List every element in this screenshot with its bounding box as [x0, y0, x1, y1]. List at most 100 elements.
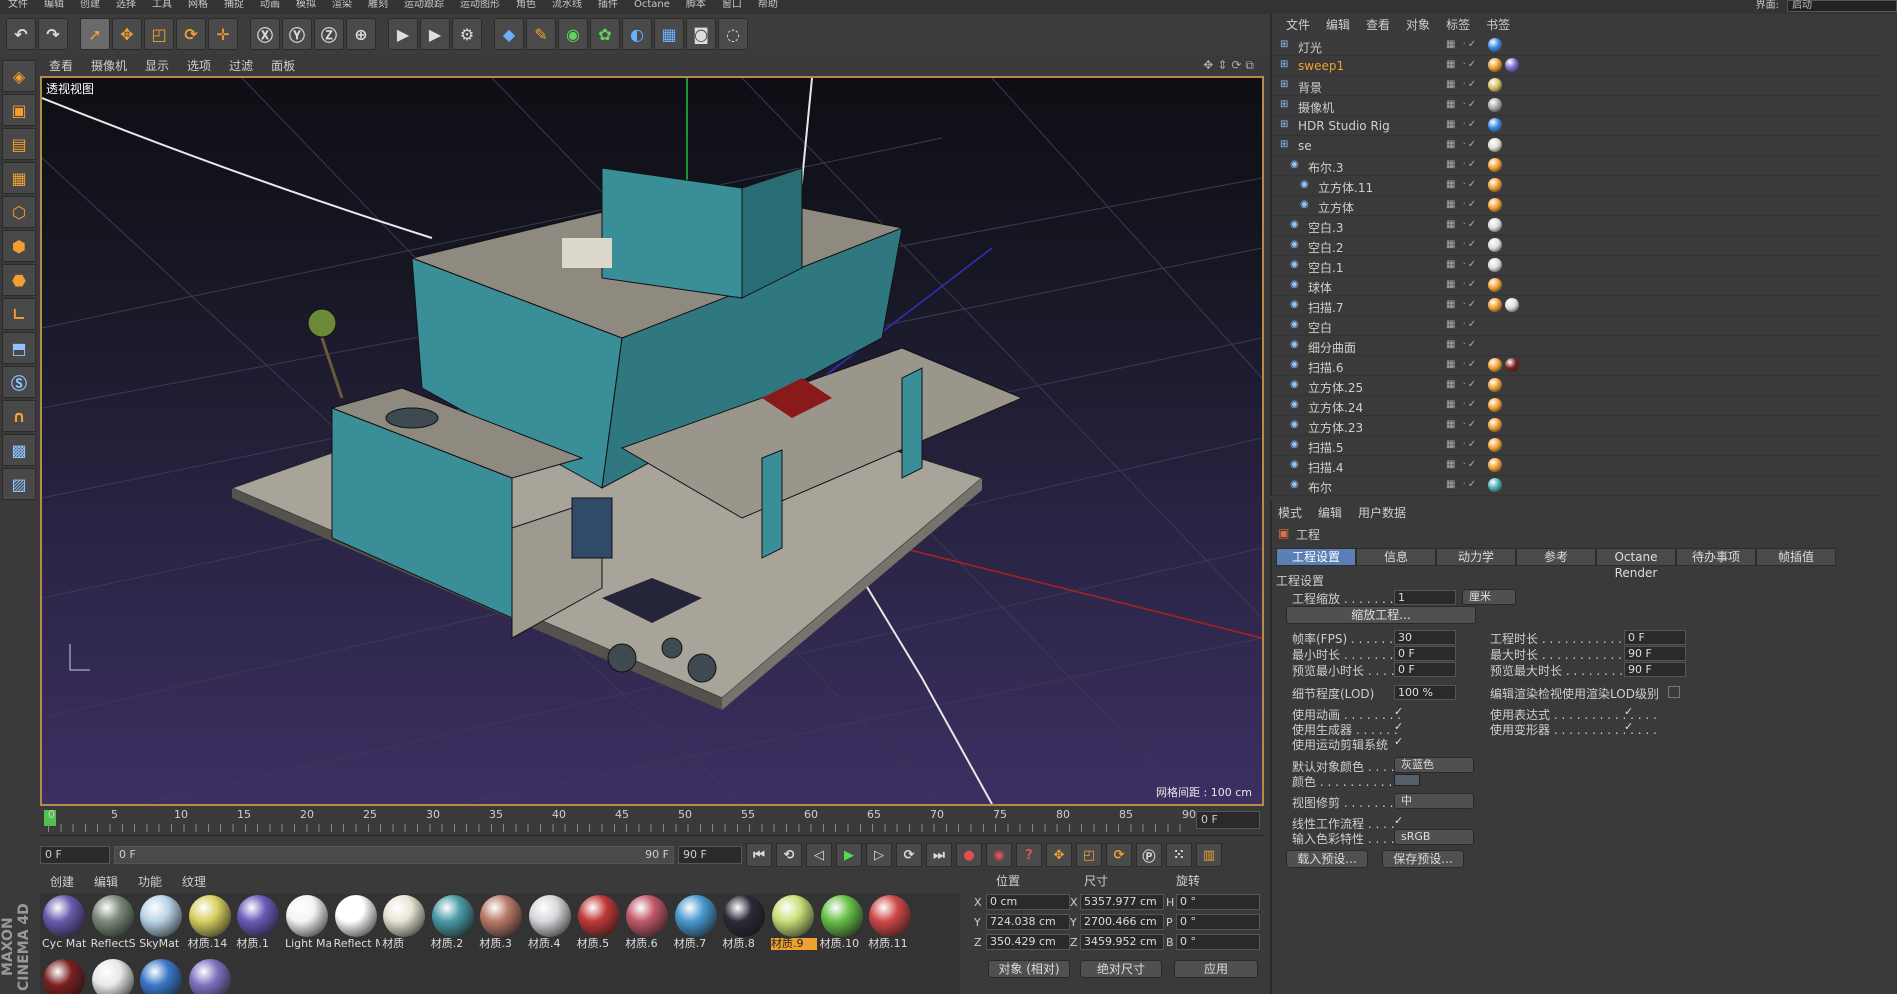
menu-item-18[interactable]: 窗口 — [714, 0, 750, 14]
object-visibility-toggles[interactable]: ▦ ·✓ — [1446, 379, 1486, 393]
object-visibility-toggles[interactable]: ▦ ·✓ — [1446, 119, 1486, 133]
object-visibility-toggles[interactable]: ▦ ·✓ — [1446, 99, 1486, 113]
object-row[interactable]: ◉ 立方体 ▦ ·✓ — [1272, 196, 1884, 216]
undo-icon[interactable]: ↶ — [6, 18, 36, 50]
menu-item-2[interactable]: 创建 — [72, 0, 108, 14]
object-visibility-toggles[interactable]: ▦ ·✓ — [1446, 199, 1486, 213]
transform-tool-icon[interactable]: ✛ — [208, 18, 238, 50]
snap-icon[interactable]: Ⓢ — [2, 366, 36, 398]
object-visibility-toggles[interactable]: ▦ ·✓ — [1446, 219, 1486, 233]
material-swatch[interactable]: 材质.6 — [625, 894, 669, 952]
object-row[interactable]: ⊞ 摄像机 ▦ ·✓ — [1272, 96, 1884, 116]
preview-max-field[interactable]: 90 F — [1624, 662, 1686, 677]
position-field[interactable]: 724.038 cm — [986, 914, 1070, 930]
deformer-icon[interactable]: ◐ — [622, 18, 652, 50]
load-preset-button[interactable]: 载入预设... — [1286, 850, 1368, 868]
viewport-menu-item[interactable]: 过滤 — [220, 57, 262, 74]
menu-item-19[interactable]: 帮助 — [750, 0, 786, 14]
use-generators-checkbox[interactable]: ✓ — [1394, 721, 1406, 733]
object-row[interactable]: ◉ 空白.1 ▦ ·✓ — [1272, 256, 1884, 276]
menu-item-11[interactable]: 运动跟踪 — [396, 0, 452, 14]
color-swatch[interactable] — [1394, 774, 1420, 786]
object-tag-icon[interactable] — [1488, 358, 1502, 372]
object-row[interactable]: ◉ 布尔.3 ▦ ·✓ — [1272, 156, 1884, 176]
material-swatch[interactable] — [91, 958, 135, 994]
attribute-tab[interactable]: 信息 — [1356, 548, 1436, 566]
position-field[interactable]: 350.429 cm — [986, 934, 1070, 950]
rotation-field[interactable]: 0 ° — [1176, 914, 1260, 930]
object-row[interactable]: ◉ 立方体.11 ▦ ·✓ — [1272, 176, 1884, 196]
menu-item-12[interactable]: 运动图形 — [452, 0, 508, 14]
make-editable-icon[interactable]: ◈ — [2, 60, 36, 92]
object-row[interactable]: ◉ 扫描.4 ▦ ·✓ — [1272, 456, 1884, 476]
model-mode-icon[interactable]: ▣ — [2, 94, 36, 126]
object-visibility-toggles[interactable]: ▦ ·✓ — [1446, 399, 1486, 413]
menu-item-17[interactable]: 脚本 — [678, 0, 714, 14]
object-visibility-toggles[interactable]: ▦ ·✓ — [1446, 419, 1486, 433]
material-swatch[interactable]: ReflectS — [91, 894, 136, 952]
next-key-icon[interactable]: ⟳ — [896, 843, 922, 867]
material-swatch[interactable]: Light Ma — [285, 894, 331, 952]
keyframe-selection-icon[interactable]: ? — [1016, 843, 1042, 867]
cube-primitive-icon[interactable]: ◆ — [494, 18, 524, 50]
use-expressions-checkbox[interactable]: ✓ — [1624, 706, 1636, 718]
grid-snap-icon[interactable]: ▨ — [2, 468, 36, 500]
range-slider[interactable]: 0 F 90 F — [114, 846, 674, 864]
coordinate-system-icon[interactable]: ⊕ — [346, 18, 376, 50]
x-axis-lock-icon[interactable]: Ⓧ — [250, 18, 280, 50]
rotation-field[interactable]: 0 ° — [1176, 894, 1260, 910]
material-swatch[interactable]: 材质.2 — [431, 894, 475, 952]
material-swatch[interactable]: 材质.10 — [820, 894, 864, 952]
material-swatch[interactable]: 材质.8 — [722, 894, 766, 952]
scale-key-icon[interactable]: ◰ — [1076, 843, 1102, 867]
object-tag-icon[interactable] — [1488, 158, 1502, 172]
material-swatch[interactable] — [188, 958, 232, 994]
subdivision-icon[interactable]: ◉ — [558, 18, 588, 50]
workplane-lock-icon[interactable]: ▩ — [2, 434, 36, 466]
prev-frame-icon[interactable]: ◁ — [806, 843, 832, 867]
polygons-mode-icon[interactable]: ⬣ — [2, 264, 36, 296]
object-tag-icon[interactable] — [1488, 178, 1502, 192]
object-tag-icon[interactable] — [1488, 198, 1502, 212]
prev-key-icon[interactable]: ⟲ — [776, 843, 802, 867]
menu-item-1[interactable]: 编辑 — [36, 0, 72, 14]
object-tag-icon[interactable] — [1505, 298, 1519, 312]
timeline-ruler[interactable]: 0 F 0 5 10 15 20 25 30 35 40 45 50 55 60 65 70 75 80 85 90 — [40, 808, 1264, 836]
spline-pen-icon[interactable]: ✎ — [526, 18, 556, 50]
viewport-menu-item[interactable]: 面板 — [262, 57, 304, 74]
material-menu-item[interactable]: 创建 — [40, 873, 84, 890]
object-row[interactable]: ◉ 空白.2 ▦ ·✓ — [1272, 236, 1884, 256]
object-row[interactable]: ◉ 扫描.6 ▦ ·✓ — [1272, 356, 1884, 376]
select-tool-icon[interactable]: ➚ — [80, 18, 110, 50]
attribute-tab[interactable]: 帧插值 — [1756, 548, 1836, 566]
project-scale-field[interactable]: 1 — [1394, 590, 1456, 605]
object-visibility-toggles[interactable]: ▦ ·✓ — [1446, 359, 1486, 373]
menu-item-3[interactable]: 选择 — [108, 0, 144, 14]
render-picture-viewer-icon[interactable]: ▶ — [420, 18, 450, 50]
object-row[interactable]: ⊞ se ▦ ·✓ — [1272, 136, 1884, 156]
menu-item-0[interactable]: 文件 — [0, 0, 36, 14]
material-swatch[interactable]: 材质.9 — [771, 894, 817, 952]
texture-mode-icon[interactable]: ▤ — [2, 128, 36, 160]
object-tag-icon[interactable] — [1488, 218, 1502, 232]
object-tag-icon[interactable] — [1488, 398, 1502, 412]
timeline-layout-icon[interactable]: ▥ — [1196, 843, 1222, 867]
menu-item-14[interactable]: 流水线 — [544, 0, 590, 14]
position-field[interactable]: 0 cm — [986, 894, 1070, 910]
perspective-viewport[interactable]: 透视视图 网格间距 : 100 cm — [40, 76, 1264, 806]
point-level-key-icon[interactable]: ⁙ — [1166, 843, 1192, 867]
object-row[interactable]: ◉ 扫描.5 ▦ ·✓ — [1272, 436, 1884, 456]
object-row[interactable]: ◉ 布尔 ▦ ·✓ — [1272, 476, 1884, 496]
menu-item-15[interactable]: 插件 — [590, 0, 626, 14]
object-row[interactable]: ⊞ sweep1 ▦ ·✓ — [1272, 56, 1884, 76]
rotation-field[interactable]: 0 ° — [1176, 934, 1260, 950]
project-scale-unit-dropdown[interactable]: 厘米 — [1462, 589, 1516, 605]
menu-item-8[interactable]: 模拟 — [288, 0, 324, 14]
z-axis-lock-icon[interactable]: Ⓩ — [314, 18, 344, 50]
object-visibility-toggles[interactable]: ▦ ·✓ — [1446, 79, 1486, 93]
lod-render-checkbox[interactable] — [1668, 686, 1680, 698]
start-frame-field[interactable]: 0 F — [40, 846, 110, 864]
object-tag-icon[interactable] — [1488, 98, 1502, 112]
object-tag-icon[interactable] — [1488, 78, 1502, 92]
object-row[interactable]: ◉ 空白.3 ▦ ·✓ — [1272, 216, 1884, 236]
